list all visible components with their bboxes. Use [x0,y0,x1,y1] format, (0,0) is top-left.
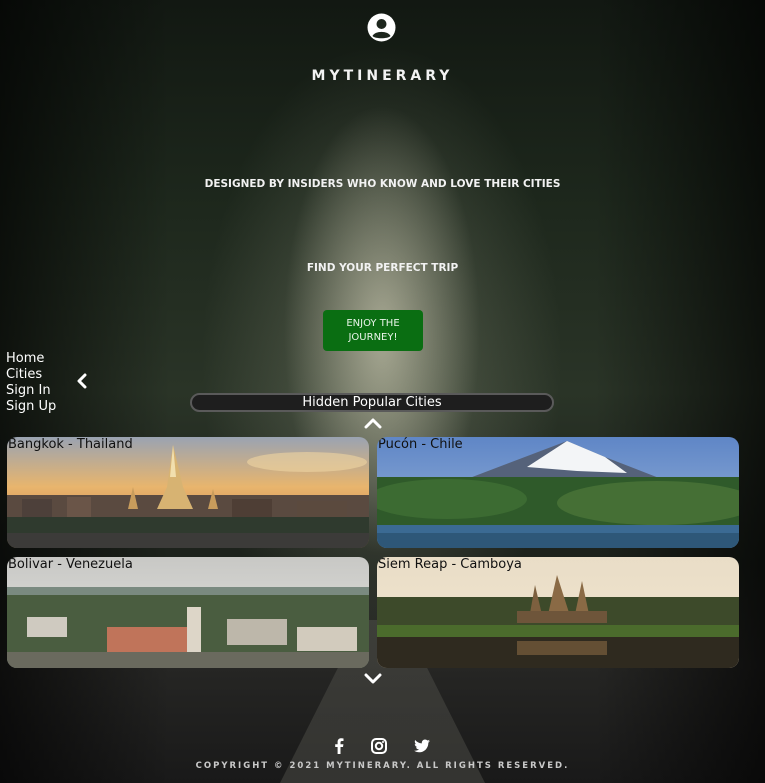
nav-item-cities[interactable]: Cities [6,367,56,383]
chevron-down-icon[interactable] [364,673,382,685]
hero-tagline: DESIGNED BY INSIDERS WHO KNOW AND LOVE T… [204,178,561,190]
city-card-label: Bolivar - Venezuela [8,557,133,572]
bangkok-image [7,437,369,548]
hero-subtagline: FIND YOUR PERFECT TRIP [306,262,459,274]
enjoy-journey-button[interactable]: ENJOY THE JOURNEY! [323,310,423,351]
siem-reap-image [377,557,739,668]
city-card-label: Bangkok - Thailand [8,437,133,452]
city-card-siem-reap[interactable]: Siem Reap - Camboya [377,557,739,668]
twitter-icon[interactable] [413,737,431,755]
chevron-left-icon[interactable] [75,373,89,389]
main-nav: Home Cities Sign In Sign Up [6,351,56,415]
city-card-label: Pucón - Chile [378,437,463,452]
carousel-title: Hidden Popular Cities [190,393,554,412]
instagram-icon[interactable] [370,737,388,755]
pucon-image [377,437,739,548]
nav-item-sign-up[interactable]: Sign Up [6,399,56,415]
bolivar-image [7,557,369,668]
chevron-up-icon[interactable] [364,417,382,429]
copyright-notice: COPYRIGHT © 2021 MYTINERARY. ALL RIGHTS … [195,761,570,771]
facebook-icon[interactable] [330,737,348,755]
city-card-bolivar[interactable]: Bolivar - Venezuela [7,557,369,668]
site-logo[interactable]: MYTINERARY [0,68,765,84]
nav-item-sign-in[interactable]: Sign In [6,383,56,399]
nav-item-home[interactable]: Home [6,351,56,367]
city-card-pucon[interactable]: Pucón - Chile [377,437,739,548]
city-card-bangkok[interactable]: Bangkok - Thailand [7,437,369,548]
user-circle-icon[interactable] [367,13,396,42]
city-card-label: Siem Reap - Camboya [378,557,522,572]
